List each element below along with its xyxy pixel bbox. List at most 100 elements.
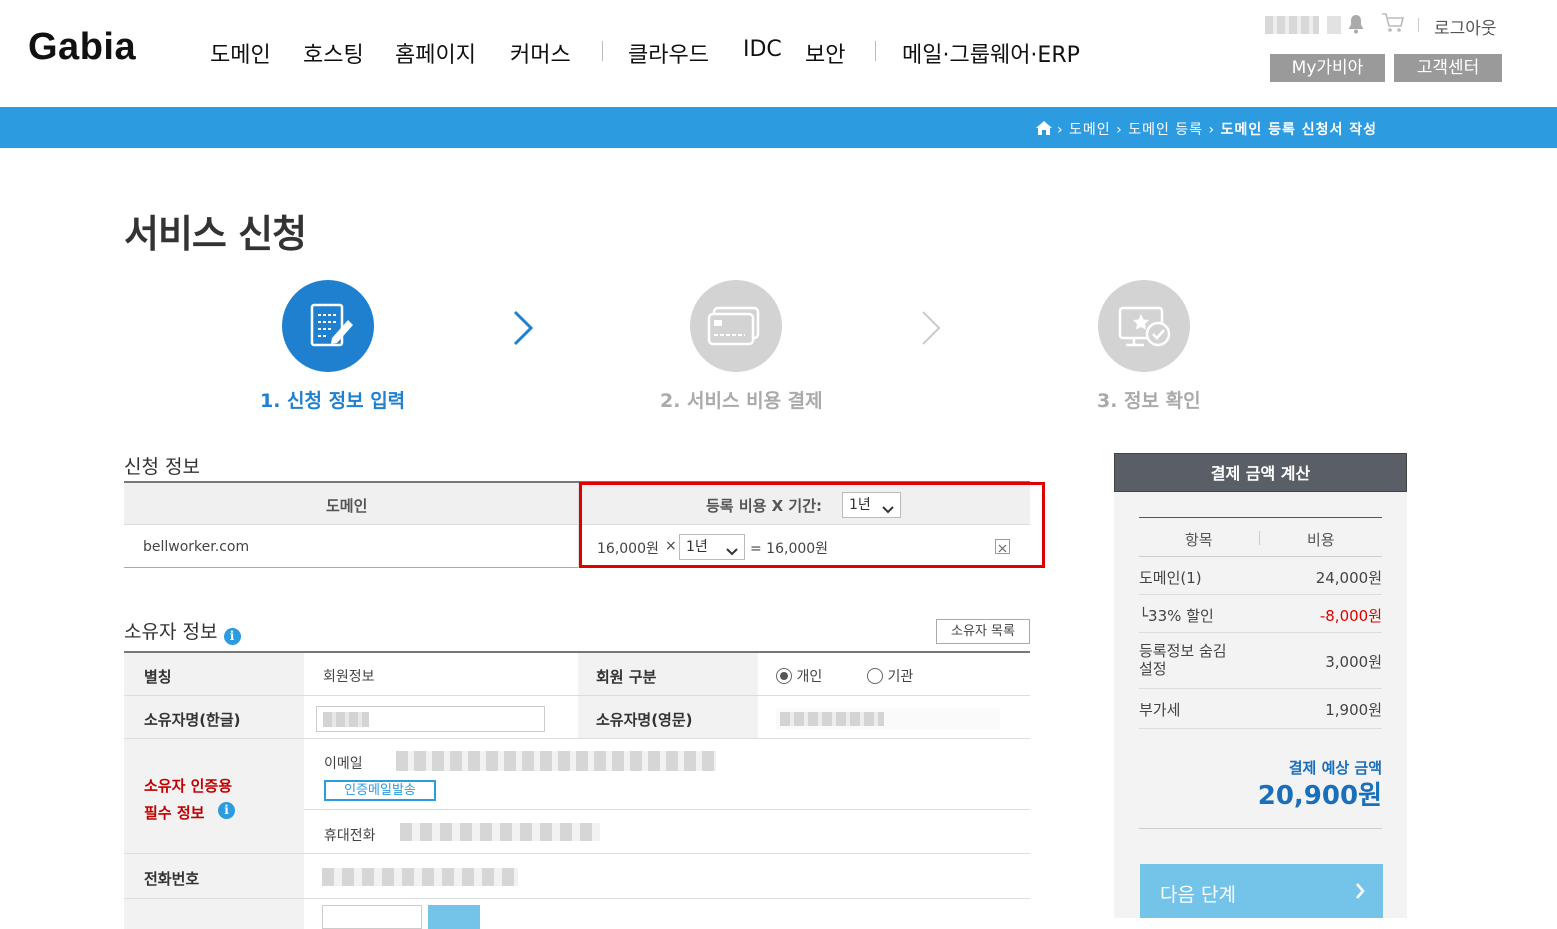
chevron-right-icon — [1355, 882, 1365, 905]
col-cost-header: 비용 — [1307, 531, 1335, 549]
radio-organization[interactable]: 기관 — [867, 666, 913, 686]
nav-homepage[interactable]: 홈페이지 — [395, 37, 476, 69]
step-arrow-icon — [512, 310, 534, 350]
step-2-label: 2. 서비스 비용 결제 — [660, 390, 823, 412]
next-step-label: 다음 단계 — [1160, 884, 1236, 906]
nav-cloud[interactable]: 클라우드 — [628, 37, 709, 69]
step-3-icon — [1098, 280, 1190, 372]
table-row — [124, 899, 1030, 929]
logout-link[interactable]: 로그아웃 — [1434, 14, 1497, 39]
table-row: 소유자 인증용 필수 정보 i 이메일 인증메일발송 휴대전화 — [124, 739, 1030, 854]
blurred-text — [780, 712, 884, 726]
cart-icon[interactable] — [1381, 12, 1405, 39]
summary-total: 결제 예상 금액 20,900원 — [1139, 729, 1382, 829]
owner-name-en-label: 소유자명(영문) — [578, 696, 758, 738]
blurred-text — [323, 712, 369, 727]
mobile-blurred[interactable] — [400, 823, 600, 841]
nav-divider — [875, 41, 876, 61]
zipcode-input[interactable] — [322, 905, 422, 929]
owner-name-en-input[interactable] — [776, 708, 1000, 730]
radio-personal[interactable]: 개인 — [776, 666, 822, 686]
radio-personal-icon[interactable] — [776, 668, 792, 684]
email-blurred[interactable] — [396, 751, 716, 771]
summary-item: └33% 할인 — [1139, 607, 1214, 625]
nav-commerce[interactable]: 커머스 — [510, 37, 571, 69]
breadcrumb-separator: › — [1116, 122, 1129, 138]
owner-table: 별칭 회원정보 회원 구분 개인 기관 소유자명(한글) 소유자명(영문) 소유… — [124, 651, 1030, 929]
owner-section-title-text: 소유자 정보 — [124, 621, 218, 643]
highlight-box — [579, 482, 1045, 568]
owner-list-button[interactable]: 소유자 목록 — [936, 619, 1030, 644]
table-row: 소유자명(한글) 소유자명(영문) — [124, 696, 1030, 739]
breadcrumb-item-domain-register[interactable]: 도메인 등록 — [1128, 122, 1203, 138]
gabia-logo[interactable]: Gabia — [28, 26, 136, 69]
step-3-label: 3. 정보 확인 — [1097, 390, 1201, 412]
step-2-icon — [690, 280, 782, 372]
mobile-label: 휴대전화 — [324, 828, 376, 844]
bell-icon[interactable] — [1347, 14, 1365, 39]
total-value: 20,900원 — [1257, 781, 1382, 811]
step-1-icon — [282, 280, 374, 372]
breadcrumb-item-domain[interactable]: 도메인 — [1069, 122, 1111, 138]
user-name-blurred — [1327, 16, 1341, 34]
nav-domain[interactable]: 도메인 — [210, 37, 271, 69]
breadcrumb: › 도메인 › 도메인 등록 › 도메인 등록 신청서 작성 — [1035, 119, 1377, 139]
summary-cost: 3,000원 — [1325, 653, 1382, 671]
summary-cost: 1,900원 — [1325, 701, 1382, 719]
step-1-label: 1. 신청 정보 입력 — [260, 390, 406, 412]
next-step-button[interactable]: 다음 단계 — [1140, 864, 1383, 918]
domain-name: bellworker.com — [143, 539, 250, 555]
payment-summary: 결제 금액 계산 항목 비용 도메인(1) 24,000원 └33% 할인 -8… — [1114, 453, 1407, 918]
nav-hosting[interactable]: 호스팅 — [303, 37, 364, 69]
summary-item: 등록정보 숨김 설정 — [1139, 642, 1227, 678]
zipcode-label — [124, 899, 304, 929]
table-row: 전화번호 — [124, 854, 1030, 899]
summary-header-row: 항목 비용 — [1139, 517, 1382, 557]
summary-cost-discount: -8,000원 — [1319, 607, 1382, 625]
email-label: 이메일 — [324, 756, 363, 772]
page-title: 서비스 신청 — [124, 212, 307, 256]
alias-label: 별칭 — [124, 653, 304, 695]
info-icon[interactable]: i — [218, 802, 235, 819]
my-gabia-button[interactable]: My가비아 — [1270, 54, 1385, 82]
alias-value: 회원정보 — [323, 669, 375, 685]
owner-section-title: 소유자 정보 i — [124, 617, 241, 645]
summary-title: 결제 금액 계산 — [1114, 453, 1407, 492]
col-item-header: 항목 — [1185, 531, 1213, 549]
summary-item: 부가세 — [1139, 701, 1181, 719]
radio-organization-icon[interactable] — [867, 668, 883, 684]
member-type-label: 회원 구분 — [578, 653, 758, 695]
breadcrumb-current: 도메인 등록 신청서 작성 — [1220, 122, 1377, 138]
step-arrow-icon — [920, 310, 942, 350]
row-divider — [304, 809, 1030, 810]
phone-blurred[interactable] — [322, 868, 518, 886]
cert-label-line2: 필수 정보 — [144, 804, 205, 822]
breadcrumb-separator: › — [1208, 122, 1221, 138]
col-divider — [1259, 531, 1260, 545]
summary-cost: 24,000원 — [1315, 569, 1382, 587]
nav-mail-groupware[interactable]: 메일·그룹웨어·ERP — [902, 37, 1080, 69]
table-row: 별칭 회원정보 회원 구분 개인 기관 — [124, 653, 1030, 696]
summary-row: 등록정보 숨김 설정 3,000원 — [1139, 633, 1382, 689]
support-center-button[interactable]: 고객센터 — [1394, 54, 1502, 82]
util-divider — [1418, 18, 1419, 32]
site-header: Gabia 도메인 호스팅 홈페이지 커머스 클라우드 IDC 보안 메일·그룹… — [0, 0, 1557, 107]
home-icon[interactable] — [1035, 121, 1052, 135]
user-name-blurred — [1265, 16, 1319, 34]
info-icon[interactable]: i — [223, 628, 241, 645]
owner-cert-label: 소유자 인증용 필수 정보 i — [124, 739, 304, 853]
nav-idc[interactable]: IDC — [743, 37, 782, 62]
owner-name-kr-input[interactable] — [316, 706, 545, 732]
summary-row: └33% 할인 -8,000원 — [1139, 595, 1382, 633]
breadcrumb-bar: › 도메인 › 도메인 등록 › 도메인 등록 신청서 작성 — [0, 107, 1557, 148]
utility-menu: 로그아웃 — [1263, 12, 1523, 40]
zipcode-search-button[interactable] — [428, 905, 480, 929]
summary-row: 도메인(1) 24,000원 — [1139, 557, 1382, 595]
cert-label-line1: 소유자 인증용 — [144, 777, 233, 795]
summary-row: 부가세 1,900원 — [1139, 689, 1382, 729]
nav-security[interactable]: 보안 — [805, 37, 845, 69]
send-cert-mail-button[interactable]: 인증메일발송 — [324, 780, 436, 801]
nav-divider — [602, 41, 603, 61]
summary-item: 도메인(1) — [1139, 569, 1202, 587]
col-domain-header: 도메인 — [326, 497, 368, 515]
